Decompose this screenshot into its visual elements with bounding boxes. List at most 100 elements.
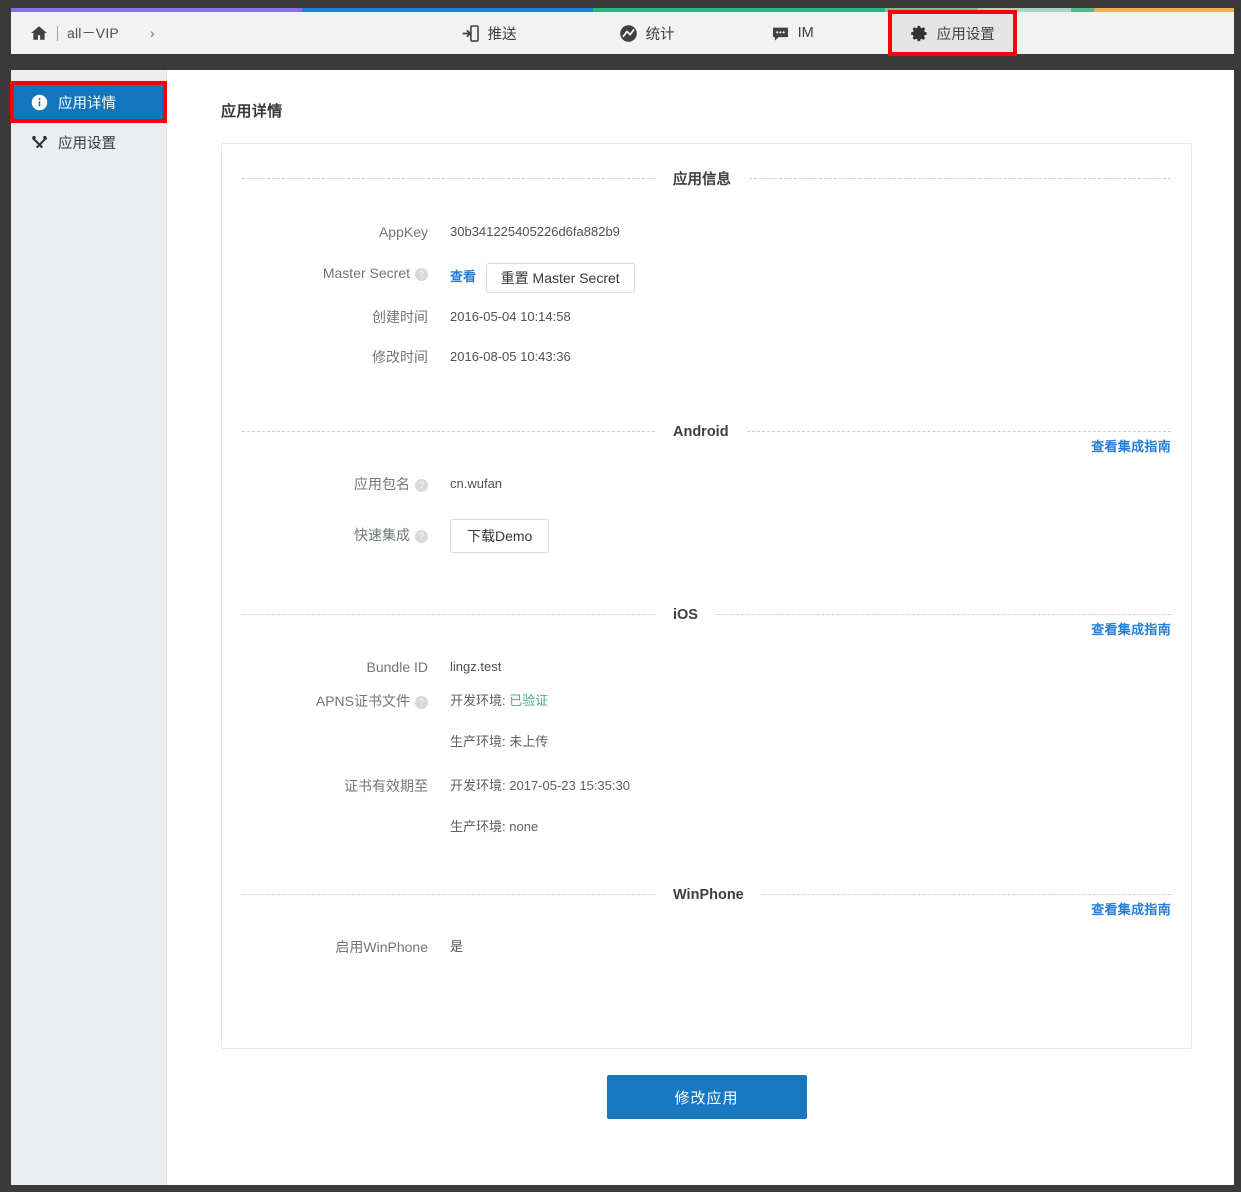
- section-android: Android 查看集成指南 应用包名? cn.wufan 快速集成 ? 下载D…: [242, 424, 1171, 553]
- section-app-info: 应用信息 AppKey 30b341225405226d6fa882b9 Mas…: [242, 168, 1171, 368]
- section-app-info-title: 应用信息: [673, 172, 731, 188]
- expiry-prod-label: 生产环境:: [450, 818, 506, 834]
- breadcrumb-divider: [57, 25, 58, 41]
- nav-item-push-label: 推送: [487, 26, 517, 43]
- view-master-secret-link[interactable]: 查看: [450, 269, 476, 284]
- app-window: all－VIP › 推送 统计 IM 应用设置 应用详情 应用设置 应用详情 应…: [0, 0, 1241, 1192]
- cert-expiry-label: 证书有效期至: [344, 777, 428, 794]
- main-content: 应用详情 应用信息 AppKey 30b341225405226d6fa882b…: [167, 70, 1234, 1185]
- apns-prod-label: 生产环境:: [450, 733, 506, 749]
- app-detail-card: 应用信息 AppKey 30b341225405226d6fa882b9 Mas…: [221, 143, 1192, 1049]
- ios-integration-guide-link[interactable]: 查看集成指南: [1091, 619, 1171, 638]
- android-package-value: cn.wufan: [450, 475, 503, 491]
- nav-item-stats-label: 统计: [645, 26, 675, 43]
- expiry-prod-row: 生产环境: none: [450, 816, 630, 838]
- cert-expiry-values: 开发环境: 2017-05-23 15:35:30 生产环境: none: [450, 775, 630, 838]
- home-icon[interactable]: [30, 24, 48, 42]
- section-winphone-title: WinPhone: [673, 886, 744, 903]
- divider-left: [242, 431, 655, 433]
- master-secret-controls: 查看 重置 Master Secret: [450, 262, 635, 293]
- help-icon-master-secret[interactable]: ?: [415, 268, 428, 281]
- apns-prod-value: 未上传: [509, 733, 549, 749]
- winphone-enable-value: 是: [450, 938, 464, 954]
- android-package-label: 应用包名?: [242, 473, 450, 495]
- row-appkey: AppKey 30b341225405226d6fa882b9: [242, 221, 1171, 243]
- divider-right: [715, 614, 1171, 616]
- section-ios: iOS 查看集成指南 Bundle ID lingz.test APNS证书文件…: [242, 607, 1171, 838]
- section-app-info-header: 应用信息: [242, 168, 1171, 189]
- tools-icon: [31, 134, 48, 151]
- row-modified-time: 修改时间 2016-08-05 10:43:36: [242, 346, 1171, 368]
- android-package-label-text: 应用包名: [354, 475, 410, 492]
- app-body: 应用详情 应用设置 应用详情 应用信息 AppKey 30b3412254052…: [10, 70, 1234, 1185]
- help-icon-apns-cert[interactable]: ?: [415, 695, 428, 709]
- section-winphone-header: WinPhone: [242, 887, 1171, 903]
- created-time-value: 2016-05-04 10:14:58: [450, 308, 571, 324]
- divider-left: [242, 894, 655, 896]
- section-winphone: WinPhone 查看集成指南 启用WinPhone 是: [242, 887, 1171, 958]
- divider-right: [746, 431, 1171, 433]
- modified-time-value: 2016-08-05 10:43:36: [450, 348, 571, 364]
- gear-icon: [910, 24, 929, 43]
- apns-prod-row: 生产环境: 未上传: [450, 731, 548, 753]
- nav-item-im[interactable]: IM: [751, 12, 834, 54]
- apns-cert-label-text: APNS证书文件: [315, 692, 410, 709]
- apns-cert-label: APNS证书文件?: [242, 690, 450, 712]
- apns-cert-values: 开发环境: 已验证 生产环境: 未上传: [450, 690, 548, 753]
- sidebar-item-app-settings[interactable]: 应用设置: [11, 122, 166, 162]
- row-android-quickstart: 快速集成? 下载Demo: [242, 518, 1171, 553]
- section-android-header: Android: [242, 424, 1171, 440]
- expiry-dev-label: 开发环境:: [450, 777, 506, 793]
- expiry-prod-value: none: [509, 818, 539, 834]
- page-title: 应用详情: [221, 103, 283, 120]
- nav-item-stats[interactable]: 统计: [599, 12, 695, 54]
- section-android-title: Android: [673, 423, 729, 440]
- divider-right: [761, 894, 1171, 896]
- row-cert-expiry: 证书有效期至 开发环境: 2017-05-23 15:35:30 生产环境: n…: [242, 775, 1171, 838]
- apns-dev-label: 开发环境:: [450, 692, 506, 708]
- reset-master-secret-button[interactable]: 重置 Master Secret: [485, 262, 635, 293]
- section-ios-title: iOS: [673, 606, 698, 623]
- save-app-button[interactable]: 修改应用: [606, 1075, 807, 1119]
- sidebar-item-app-detail-label: 应用详情: [58, 95, 116, 112]
- sidebar-item-app-settings-label: 应用设置: [58, 135, 116, 152]
- stats-icon: [619, 24, 638, 43]
- divider-left: [242, 614, 655, 616]
- row-created-time: 创建时间 2016-05-04 10:14:58: [242, 306, 1171, 328]
- android-quickstart-controls: 下载Demo: [450, 518, 550, 553]
- android-integration-guide-link[interactable]: 查看集成指南: [1091, 436, 1171, 455]
- breadcrumb[interactable]: all－VIP ›: [11, 12, 155, 54]
- divider-right: [749, 178, 1171, 179]
- expiry-dev-row: 开发环境: 2017-05-23 15:35:30: [450, 775, 630, 797]
- help-icon-android-quickstart[interactable]: ?: [415, 529, 428, 543]
- push-icon: [461, 24, 480, 43]
- appkey-value: 30b341225405226d6fa882b9: [450, 224, 620, 239]
- row-winphone-enable: 启用WinPhone 是: [242, 936, 1171, 958]
- sidebar: 应用详情 应用设置: [10, 70, 167, 1185]
- nav-item-app-settings[interactable]: 应用设置: [887, 10, 1017, 56]
- bundle-id-value: lingz.test: [450, 658, 502, 674]
- top-navigation-bar: all－VIP › 推送 统计 IM 应用设置: [11, 10, 1234, 56]
- row-bundle-id: Bundle ID lingz.test: [242, 656, 1171, 678]
- nav-item-app-settings-label: 应用设置: [936, 26, 995, 43]
- appkey-label: AppKey: [378, 224, 428, 240]
- breadcrumb-app-name[interactable]: all－VIP: [67, 23, 119, 43]
- im-icon: [771, 24, 790, 43]
- help-icon-android-package[interactable]: ?: [415, 478, 428, 492]
- master-secret-label-text: Master Secret: [322, 265, 410, 281]
- sidebar-item-app-detail[interactable]: 应用详情: [10, 81, 167, 123]
- apns-dev-value: 已验证: [509, 692, 549, 708]
- download-demo-button[interactable]: 下载Demo: [450, 518, 550, 553]
- bundle-id-label: Bundle ID: [366, 658, 428, 675]
- row-master-secret: Master Secret? 查看 重置 Master Secret: [242, 262, 1171, 293]
- master-secret-label: Master Secret?: [242, 262, 450, 284]
- winphone-integration-guide-link[interactable]: 查看集成指南: [1091, 899, 1171, 918]
- android-quickstart-label: 快速集成?: [242, 519, 450, 551]
- nav-item-im-label: IM: [797, 25, 814, 41]
- android-quickstart-label-text: 快速集成: [354, 526, 410, 543]
- section-ios-header: iOS: [242, 607, 1171, 623]
- expiry-dev-value: 2017-05-23 15:35:30: [509, 777, 630, 793]
- nav-item-push[interactable]: 推送: [441, 12, 537, 54]
- divider-left: [242, 178, 655, 179]
